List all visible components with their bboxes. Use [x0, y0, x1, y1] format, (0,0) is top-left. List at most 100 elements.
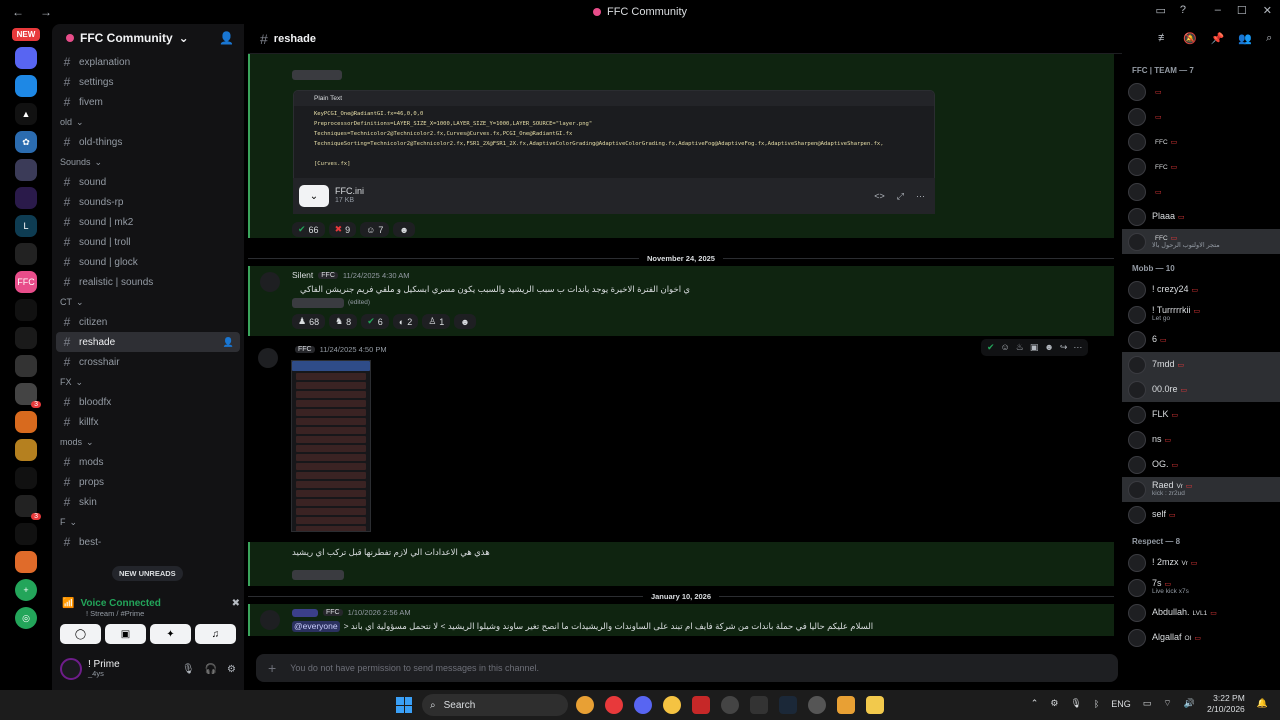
channel-item[interactable]: # fivem: [56, 92, 240, 112]
monitor-icon[interactable]: ▭: [1143, 698, 1152, 709]
avatar[interactable]: [260, 272, 280, 292]
more-icon[interactable]: ···: [1073, 342, 1082, 353]
channel-item[interactable]: # mods: [56, 452, 240, 472]
member-item[interactable]: ! 2mzx Vr ▭: [1122, 550, 1280, 575]
channel-item[interactable]: # sound: [56, 172, 240, 192]
members-icon[interactable]: 👥: [1238, 32, 1252, 45]
blurred-author[interactable]: [292, 608, 318, 617]
check-reaction-icon[interactable]: ✔: [987, 342, 995, 353]
member-item[interactable]: 6 ▭: [1122, 327, 1280, 352]
app-icon[interactable]: [692, 696, 710, 714]
channel-item[interactable]: # sound | mk2: [56, 212, 240, 232]
threads-icon[interactable]: ≢: [1158, 32, 1169, 45]
channel-item[interactable]: # sounds-rp: [56, 192, 240, 212]
back-arrow-icon[interactable]: ←: [12, 5, 24, 19]
channel-item[interactable]: # citizen: [56, 312, 240, 332]
server-icon[interactable]: L: [15, 215, 37, 237]
everyone-mention[interactable]: @everyone: [292, 621, 340, 632]
language-indicator[interactable]: ENG: [1111, 699, 1131, 709]
server-icon[interactable]: [15, 159, 37, 181]
channel-item[interactable]: # killfx: [56, 412, 240, 432]
member-item[interactable]: Algallaf OI ▭: [1122, 625, 1280, 650]
file-name[interactable]: FFC.ini: [335, 186, 364, 196]
member-item[interactable]: ! crezy24 ▭: [1122, 277, 1280, 302]
category-sounds[interactable]: Sounds ⌄: [52, 152, 244, 172]
close-icon[interactable]: ✕: [1263, 4, 1272, 17]
clock[interactable]: 3:22 PM 2/10/2026: [1207, 693, 1245, 714]
server-icon[interactable]: ▲: [15, 103, 37, 125]
channel-item[interactable]: # crosshair: [56, 352, 240, 372]
channel-item[interactable]: # old-things: [56, 132, 240, 152]
add-server-icon[interactable]: +: [15, 579, 37, 601]
server-icon[interactable]: [15, 551, 37, 573]
voice-location[interactable]: ! Stream / #Prime: [56, 609, 240, 618]
channel-item[interactable]: # bloodfx: [56, 392, 240, 412]
channel-item[interactable]: # reshade 👤: [56, 332, 240, 352]
reaction[interactable]: ♟ 68: [292, 314, 326, 329]
expand-button[interactable]: ⌄: [299, 185, 329, 207]
server-icon[interactable]: [15, 327, 37, 349]
message-author[interactable]: Silent: [292, 270, 313, 280]
channel-item[interactable]: # props: [56, 472, 240, 492]
forward-icon[interactable]: ↪: [1060, 342, 1068, 353]
member-item[interactable]: 00.0re ▭: [1122, 377, 1280, 402]
bluetooth-icon[interactable]: ᛒ: [1094, 699, 1099, 709]
member-item[interactable]: FFC ▭: [1122, 129, 1280, 154]
reaction[interactable]: ✔ 6: [361, 314, 389, 329]
discover-icon[interactable]: ◎: [15, 607, 37, 629]
microphone-icon[interactable]: 🎙: [1070, 698, 1081, 709]
add-reaction-button[interactable]: ☻: [393, 222, 415, 237]
maximize-icon[interactable]: ☐: [1237, 4, 1247, 17]
category-fx[interactable]: FX ⌄: [52, 372, 244, 392]
reaction[interactable]: ✖ 9: [328, 222, 357, 237]
screen-share-button[interactable]: ▣: [105, 624, 146, 644]
member-item[interactable]: FFC ▭ متجر الاولتوب الرحول بالا: [1122, 229, 1280, 254]
server-icon[interactable]: [15, 299, 37, 321]
category-ct[interactable]: CT ⌄: [52, 292, 244, 312]
forward-arrow-icon[interactable]: →: [40, 5, 52, 19]
channel-item[interactable]: # skin: [56, 492, 240, 512]
member-item[interactable]: FLK ▭: [1122, 402, 1280, 427]
server-header[interactable]: FFC Community ⌄ 👤: [52, 24, 244, 52]
headphones-icon[interactable]: 🎧: [205, 664, 217, 675]
member-item[interactable]: Plaaa ▭: [1122, 204, 1280, 229]
member-item[interactable]: OG. ▭: [1122, 452, 1280, 477]
camera-button[interactable]: ◯: [60, 624, 101, 644]
inbox-icon[interactable]: ▭: [1155, 4, 1165, 17]
wifi-icon[interactable]: ⌔: [1163, 698, 1171, 709]
server-icon[interactable]: 3: [15, 495, 41, 520]
reaction[interactable]: ☺ 7: [360, 222, 390, 237]
chevron-up-icon[interactable]: ⌃: [1031, 698, 1039, 709]
windows-start-icon[interactable]: [396, 697, 412, 713]
add-reaction-icon[interactable]: ☻: [1044, 342, 1053, 353]
expand-icon[interactable]: ⤢: [897, 191, 904, 202]
server-icon[interactable]: [15, 187, 37, 209]
app-icon[interactable]: [721, 696, 739, 714]
server-icon[interactable]: ✿: [15, 131, 37, 153]
category-mods[interactable]: mods ⌄: [52, 432, 244, 452]
server-icon[interactable]: [15, 439, 37, 461]
member-item[interactable]: ▭: [1122, 104, 1280, 129]
member-item[interactable]: ! Turrrrrkii ▭ Let go: [1122, 302, 1280, 327]
member-item[interactable]: Raed Vr ▭ kick : zr2ud: [1122, 477, 1280, 502]
server-icon[interactable]: 3: [15, 383, 41, 408]
message-composer[interactable]: + You do not have permission to send mes…: [256, 654, 1118, 682]
member-item[interactable]: 7mdd ▭: [1122, 352, 1280, 377]
new-unreads-pill[interactable]: NEW UNREADS: [112, 566, 183, 581]
add-reaction-button[interactable]: ☻: [454, 314, 476, 329]
chrome-icon[interactable]: [605, 696, 623, 714]
app-icon[interactable]: [837, 696, 855, 714]
app-tray-icon[interactable]: ⚙: [1050, 698, 1058, 709]
app-icon[interactable]: [663, 696, 681, 714]
steam-icon[interactable]: [779, 696, 797, 714]
add-member-icon[interactable]: 👤: [223, 337, 234, 348]
app-icon[interactable]: [750, 696, 768, 714]
avatar[interactable]: [260, 610, 280, 630]
server-icon[interactable]: [15, 411, 37, 433]
server-icon[interactable]: [15, 355, 37, 377]
channel-item[interactable]: # sound | troll: [56, 232, 240, 252]
add-member-icon[interactable]: 👤: [219, 31, 234, 45]
server-icon[interactable]: [15, 467, 37, 489]
server-icon[interactable]: [15, 523, 37, 545]
search-icon[interactable]: ⌕: [1266, 32, 1272, 45]
